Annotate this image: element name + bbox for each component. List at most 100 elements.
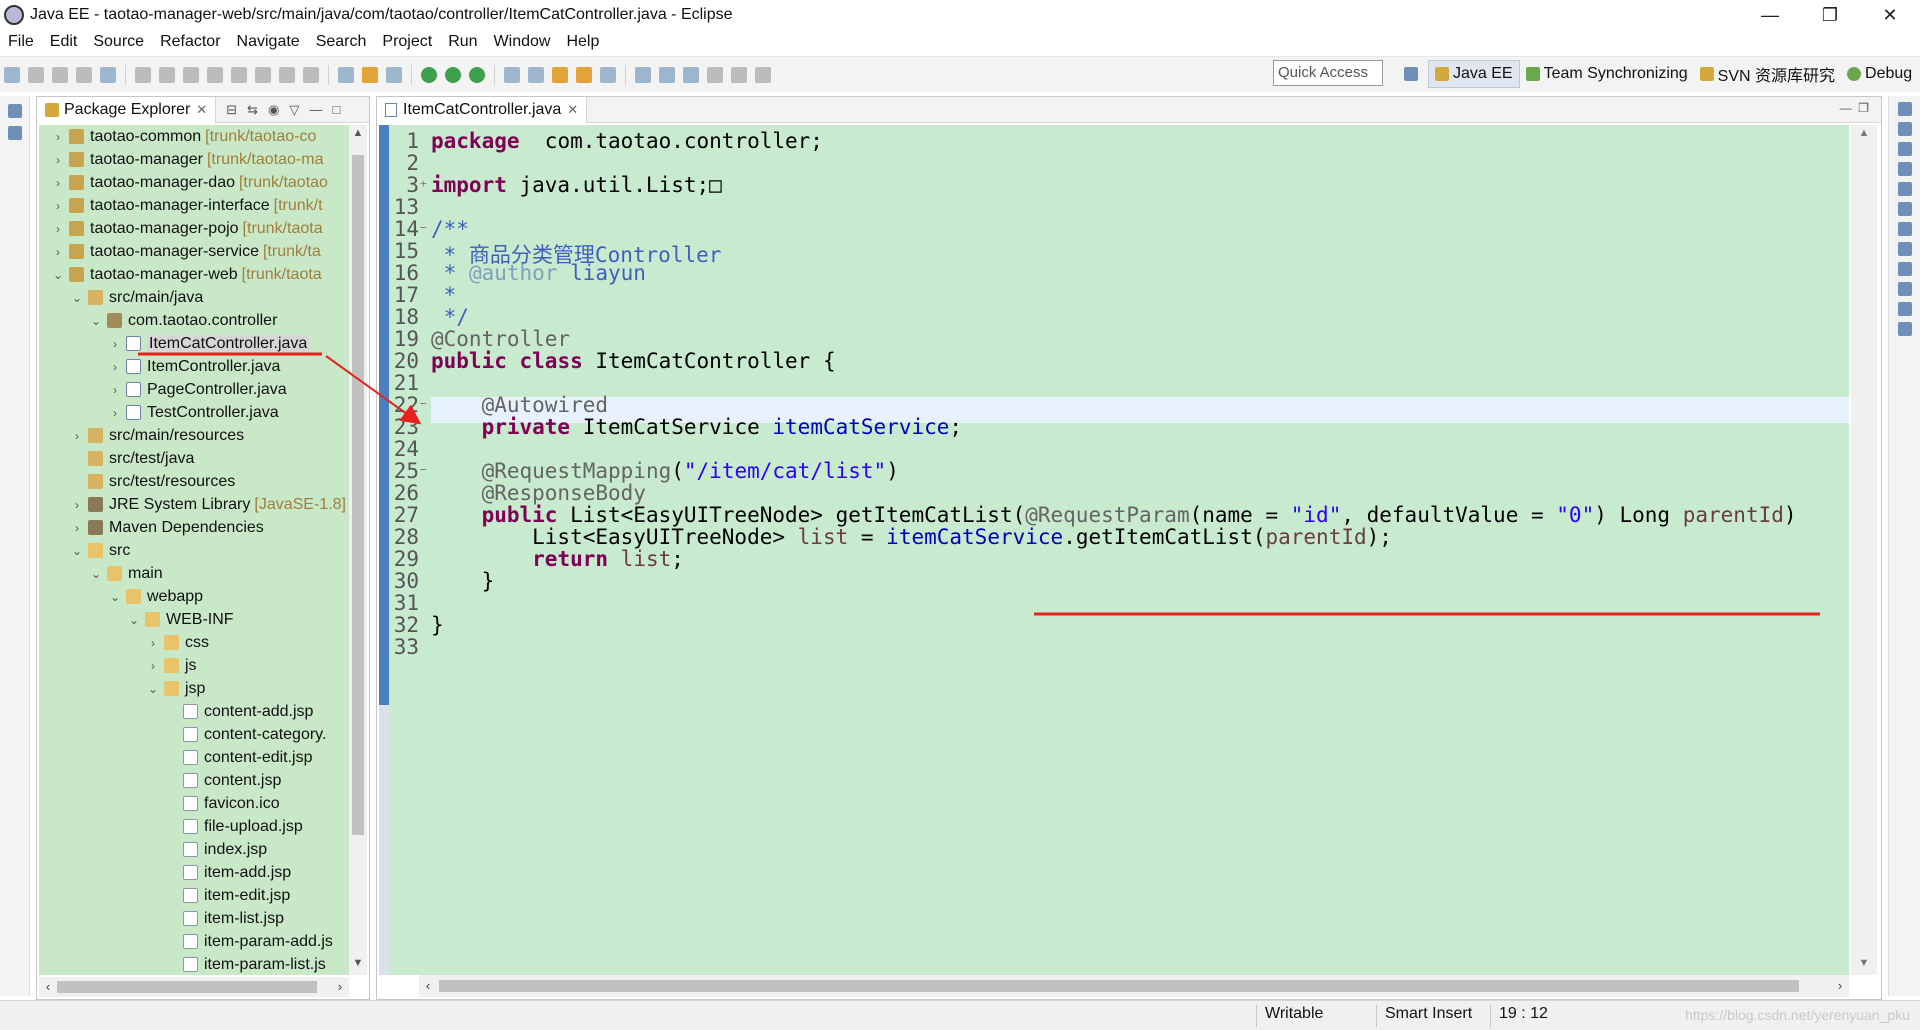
scroll-thumb[interactable] [439, 980, 1799, 992]
show-whitespace-icon[interactable] [386, 66, 402, 83]
code-area[interactable]: 1 package com.taotao.controller; 2 3 + import… [379, 125, 1849, 975]
fold-toggle-icon[interactable]: − [420, 221, 427, 234]
code-line[interactable]: package com.taotao.controller; [431, 129, 823, 153]
data-source-icon[interactable] [1898, 182, 1912, 196]
editor-min-max-icon[interactable]: — ❐ [1840, 101, 1869, 115]
collapsed-chevron-icon[interactable]: › [51, 199, 65, 213]
problems-icon[interactable] [1898, 222, 1912, 236]
collapsed-chevron-icon[interactable]: › [108, 337, 122, 351]
tree-item[interactable]: index.jsp [39, 838, 349, 861]
search-icon[interactable] [600, 66, 616, 83]
restore-view-icon[interactable] [8, 104, 22, 118]
editor-tab[interactable]: ItemCatController.java ✕ [377, 96, 588, 123]
expanded-chevron-icon[interactable]: ⌄ [70, 291, 84, 305]
tree-item[interactable]: favicon.ico [39, 792, 349, 815]
tree-item[interactable]: item-param-add.js [39, 930, 349, 953]
step-over-icon[interactable] [279, 66, 295, 83]
progress-icon[interactable] [1898, 262, 1912, 276]
code-line[interactable]: @Controller [431, 327, 570, 351]
tree-item[interactable]: file-upload.jsp [39, 815, 349, 838]
perspective-svn[interactable]: SVN 资源库研究 [1694, 60, 1841, 88]
scroll-down-icon[interactable]: ▼ [349, 957, 367, 973]
code-line[interactable]: } [431, 569, 495, 593]
editor-vertical-scrollbar[interactable]: ▲ ▼ [1851, 125, 1877, 975]
expanded-chevron-icon[interactable]: ⌄ [127, 613, 141, 627]
code-line[interactable]: private ItemCatService itemCatService; [431, 415, 962, 439]
toggle-highlight-icon[interactable] [362, 66, 378, 83]
scroll-left-icon[interactable]: ‹ [419, 975, 437, 997]
save-icon[interactable] [52, 66, 68, 83]
collapsed-chevron-icon[interactable]: › [51, 245, 65, 259]
fold-toggle-icon[interactable]: − [420, 397, 427, 410]
suspend-icon[interactable] [183, 66, 199, 83]
code-line[interactable]: @ResponseBody [431, 481, 646, 505]
menu-help[interactable]: Help [558, 33, 607, 51]
restore-button[interactable]: ❐ [1800, 0, 1860, 30]
tree-item[interactable]: › taotao-manager-dao [trunk/taotao [39, 171, 349, 194]
outline-view-icon[interactable] [1898, 122, 1912, 136]
tree-item[interactable]: src/test/java [39, 447, 349, 470]
menu-navigate[interactable]: Navigate [229, 33, 308, 51]
menu-file[interactable]: File [0, 33, 42, 51]
editor-horizontal-scrollbar[interactable]: ‹ › [419, 975, 1849, 997]
menu-window[interactable]: Window [486, 33, 559, 51]
close-icon[interactable]: ✕ [567, 102, 578, 118]
collapsed-chevron-icon[interactable]: › [70, 498, 84, 512]
collapsed-chevron-icon[interactable]: › [108, 406, 122, 420]
open-folder-icon[interactable] [552, 66, 568, 83]
tree-item[interactable]: item-list.jsp [39, 907, 349, 930]
collapsed-chevron-icon[interactable]: › [108, 360, 122, 374]
collapsed-chevron-icon[interactable]: › [51, 130, 65, 144]
tree-item[interactable]: › TestController.java [39, 401, 349, 424]
link-with-editor-icon[interactable]: ⇆ [247, 102, 258, 118]
tree-item[interactable]: › ItemCatController.java [39, 332, 349, 355]
perspective-team-synchronizing[interactable]: Team Synchronizing [1520, 60, 1694, 88]
junit-icon[interactable] [1898, 322, 1912, 336]
menu-edit[interactable]: Edit [42, 33, 86, 51]
collapsed-chevron-icon[interactable]: › [70, 521, 84, 535]
scroll-right-icon[interactable]: › [331, 977, 349, 997]
code-line[interactable]: @RequestMapping("/item/cat/list") [431, 459, 899, 483]
servers-icon[interactable] [1898, 162, 1912, 176]
package-explorer-tab[interactable]: Package Explorer ✕ [37, 96, 217, 123]
debug-icon[interactable] [421, 66, 437, 83]
disconnect-icon[interactable] [231, 66, 247, 83]
collapsed-chevron-icon[interactable]: › [108, 383, 122, 397]
snippets-icon[interactable] [1898, 202, 1912, 216]
expanded-chevron-icon[interactable]: ⌄ [70, 544, 84, 558]
close-icon[interactable]: ✕ [196, 102, 207, 118]
save-all-icon[interactable] [76, 66, 92, 83]
resume-icon[interactable] [159, 66, 175, 83]
step-return-icon[interactable] [303, 66, 319, 83]
perspective-java-ee[interactable]: Java EE [1428, 60, 1520, 88]
forward-icon[interactable] [755, 66, 771, 83]
menu-refactor[interactable]: Refactor [152, 33, 228, 51]
tree-item[interactable]: src/test/resources [39, 470, 349, 493]
tree-vertical-scrollbar[interactable]: ▲ ▼ [349, 125, 367, 975]
tree-item[interactable]: item-edit.jsp [39, 884, 349, 907]
tree-item[interactable]: › taotao-common [trunk/taotao-co [39, 125, 349, 148]
collapsed-chevron-icon[interactable]: › [146, 659, 160, 673]
new-server-icon[interactable] [504, 66, 520, 83]
collapsed-chevron-icon[interactable]: › [51, 222, 65, 236]
focus-icon[interactable]: ◉ [268, 102, 279, 118]
annotation-next-icon[interactable] [659, 66, 675, 83]
tree-item[interactable]: › Maven Dependencies [39, 516, 349, 539]
tree-horizontal-scrollbar[interactable]: ‹ › [39, 977, 349, 997]
collapse-all-icon[interactable]: ⊟ [226, 102, 237, 118]
code-line[interactable]: public class ItemCatController { [431, 349, 836, 373]
search-view-icon[interactable] [1898, 282, 1912, 296]
code-line[interactable]: import java.util.List;□ [431, 173, 722, 197]
console-icon[interactable] [1898, 242, 1912, 256]
expanded-chevron-icon[interactable]: ⌄ [108, 590, 122, 604]
terminate-icon[interactable] [207, 66, 223, 83]
scroll-thumb[interactable] [57, 981, 317, 993]
tree-item[interactable]: ⌄ WEB-INF [39, 608, 349, 631]
history-icon[interactable] [1898, 302, 1912, 316]
print-icon[interactable] [100, 66, 116, 83]
outline-icon[interactable] [8, 126, 22, 140]
code-line[interactable]: @Autowired [431, 393, 608, 417]
tree-item[interactable]: › PageController.java [39, 378, 349, 401]
tree-item[interactable]: content-add.jsp [39, 700, 349, 723]
menu-project[interactable]: Project [374, 33, 440, 51]
